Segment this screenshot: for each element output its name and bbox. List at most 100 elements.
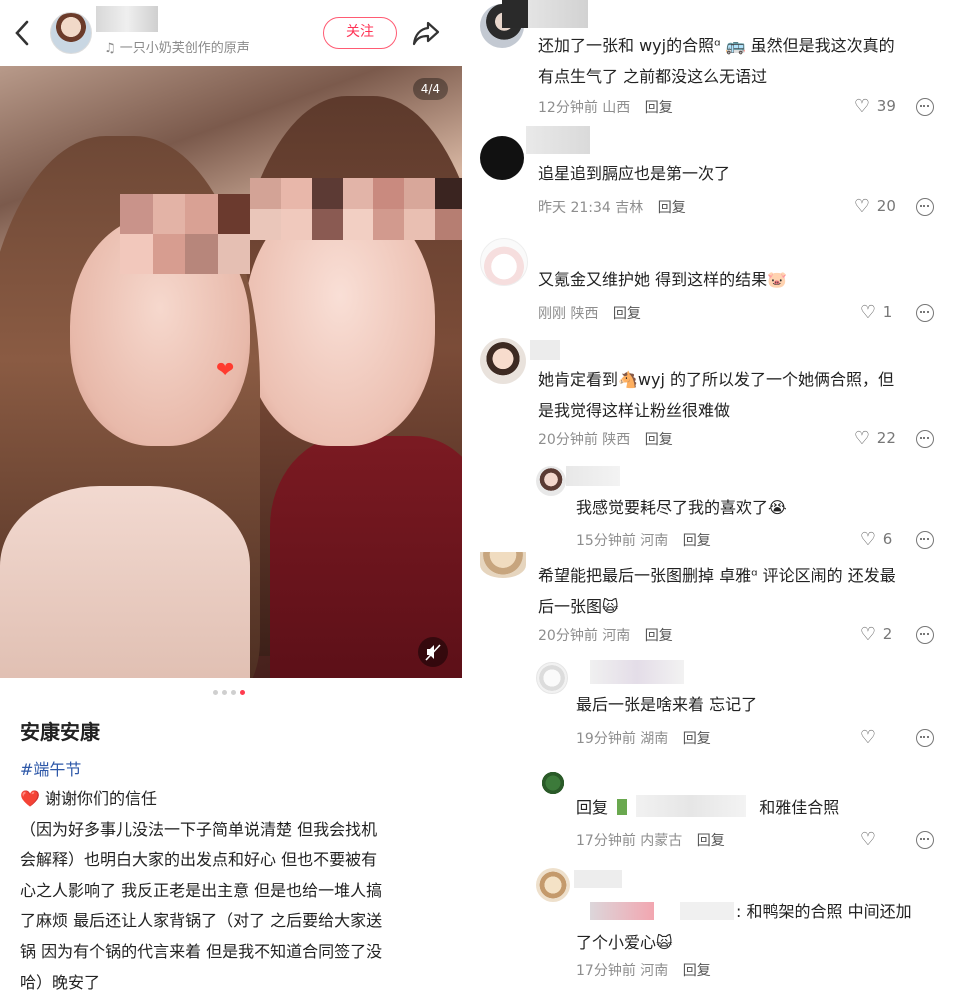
- like-button[interactable]: ♡ 2: [858, 624, 892, 645]
- comment-icon[interactable]: [916, 831, 934, 849]
- comment-icon[interactable]: [916, 626, 934, 644]
- comment-time: 昨天 21:34: [538, 200, 611, 216]
- commenter-avatar[interactable]: [480, 338, 526, 384]
- post-photo[interactable]: ❤ 4/4: [0, 66, 462, 678]
- commenter-name-blurred[interactable]: [530, 340, 560, 360]
- comment-meta: 20分钟前 陕西 回复: [538, 429, 673, 449]
- carousel-dot[interactable]: [213, 690, 218, 695]
- author-name-blurred[interactable]: [96, 6, 158, 32]
- carousel-dot[interactable]: [231, 690, 236, 695]
- comment-time: 19分钟前: [576, 731, 636, 747]
- post-title: 安康安康: [20, 720, 100, 744]
- face-mosaic: [120, 194, 250, 274]
- commenter-name-blurred[interactable]: [528, 0, 588, 28]
- music-source[interactable]: ♫ 一只小奶芙创作的原声: [104, 37, 250, 56]
- commenter-name-blurred[interactable]: [574, 870, 622, 888]
- back-arrow-icon[interactable]: [12, 18, 40, 48]
- like-count: 6: [882, 530, 893, 548]
- comment-meta: 19分钟前 湖南 回复: [576, 728, 711, 748]
- comment-time: 17分钟前: [576, 963, 636, 979]
- comment-text: 又氪金又维护她 得到这样的结果🐷: [538, 264, 787, 295]
- post-body-line: ❤️ 谢谢你们的信任: [20, 789, 158, 808]
- comment-item: 追星追到膈应也是第一次了 昨天 21:34 吉林 回复 ♡ 20: [470, 126, 960, 230]
- comment-text-line: 后一张图🙀: [538, 597, 619, 616]
- like-button[interactable]: ♡ 39: [852, 96, 896, 117]
- comment-icon[interactable]: [916, 198, 934, 216]
- post-hashtag[interactable]: #端午节: [20, 756, 81, 780]
- heart-outline-icon: ♡: [859, 624, 877, 645]
- like-button[interactable]: ♡ 20: [852, 196, 896, 217]
- commenter-avatar[interactable]: [536, 662, 568, 694]
- commenter-avatar[interactable]: [480, 238, 528, 286]
- comment-time: 15分钟前: [576, 533, 636, 549]
- like-count: 20: [876, 197, 896, 215]
- comment-text-line: 她肯定看到🐴wyj 的了所以发了一个她俩合照，但: [538, 370, 895, 389]
- reply-button[interactable]: 回复: [645, 628, 673, 644]
- sub-comment-item: 回复 和雅佳合照 17分钟前 内蒙古 回复 ♡: [470, 756, 960, 860]
- commenter-avatar[interactable]: [480, 136, 524, 180]
- comment-text: 还加了一张和 wyj的合照ᵅ 🚌 虽然但是我这次真的 有点生气了 之前都没这么无…: [538, 30, 895, 92]
- commenter-name-blurred[interactable]: [590, 660, 684, 684]
- reply-button[interactable]: 回复: [697, 833, 725, 849]
- comment-meta: 15分钟前 河南 回复: [576, 530, 711, 550]
- author-avatar[interactable]: [50, 12, 92, 54]
- reply-button[interactable]: 回复: [683, 533, 711, 549]
- like-button[interactable]: ♡: [858, 727, 878, 748]
- commenter-name-blurred[interactable]: [566, 466, 620, 486]
- carousel-dot-active[interactable]: [240, 690, 245, 695]
- reply-button[interactable]: 回复: [645, 432, 673, 448]
- commenter-name-blurred[interactable]: [502, 0, 528, 28]
- photo-region: [0, 486, 250, 678]
- comment-region: 河南: [640, 963, 669, 979]
- carousel-dots: [213, 690, 245, 695]
- heart-sticker-icon: ❤: [216, 358, 235, 383]
- comment-text-line: 还加了一张和 wyj的合照ᵅ 🚌 虽然但是我这次真的: [538, 36, 895, 55]
- comment-region: 河南: [640, 533, 669, 549]
- mute-icon[interactable]: [418, 637, 448, 667]
- carousel-dot[interactable]: [222, 690, 227, 695]
- comment-text: 最后一张是啥来着 忘记了: [576, 689, 757, 720]
- like-button[interactable]: ♡ 6: [858, 529, 892, 550]
- reply-button[interactable]: 回复: [683, 731, 711, 747]
- comment-region: 吉林: [615, 200, 644, 216]
- sub-comment-item: : 和鸭架的合照 中间还加 了个小爱心🙀 17分钟前 河南 回复: [470, 860, 960, 994]
- reply-prefix: 回复: [576, 798, 609, 817]
- comment-region: 湖南: [640, 731, 669, 747]
- comment-meta: 20分钟前 河南 回复: [538, 625, 673, 645]
- commenter-avatar[interactable]: [480, 552, 526, 578]
- comment-text-line: 有点生气了 之前都没这么无语过: [538, 67, 768, 86]
- commenter-avatar[interactable]: [540, 770, 566, 796]
- like-count: 39: [876, 97, 896, 115]
- comment-meta: 昨天 21:34 吉林 回复: [538, 197, 686, 217]
- comment-text-line: 追星追到膈应也是第一次了: [538, 164, 731, 183]
- comment-text: 回复 和雅佳合照: [576, 792, 839, 823]
- comment-icon[interactable]: [916, 98, 934, 116]
- post-body-line: 了麻烦 最后还让人家背锅了（对了 之后要给大家送: [20, 911, 383, 931]
- commenter-avatar[interactable]: [536, 868, 570, 902]
- commenter-avatar[interactable]: [536, 466, 566, 496]
- share-icon[interactable]: [410, 18, 442, 48]
- commenter-name-blurred[interactable]: [526, 126, 590, 154]
- comment-icon[interactable]: [916, 729, 934, 747]
- heart-outline-icon: ♡: [853, 196, 871, 217]
- like-button[interactable]: ♡ 1: [858, 302, 892, 323]
- comment-region: 陕西: [602, 432, 631, 448]
- reply-button[interactable]: 回复: [658, 200, 686, 216]
- comment-icon[interactable]: [916, 531, 934, 549]
- like-button[interactable]: ♡ 22: [852, 428, 896, 449]
- like-button[interactable]: ♡: [858, 829, 878, 850]
- post-body-line: 锅 因为有个锅的代言来着 但是我不知道合同签了没: [20, 941, 383, 961]
- comment-text: 她肯定看到🐴wyj 的了所以发了一个她俩合照，但 是我觉得这样让粉丝很难做: [538, 364, 894, 426]
- comment-text-line: 希望能把最后一张图删掉 卓雅ᵅ 评论区闹的 还发最: [538, 566, 896, 585]
- comment-icon[interactable]: [916, 430, 934, 448]
- reply-button[interactable]: 回复: [645, 100, 673, 116]
- mentioned-name-blurred[interactable]: [636, 795, 747, 817]
- mentioned-avatar[interactable]: [617, 799, 628, 815]
- reply-button[interactable]: 回复: [613, 306, 641, 322]
- comment-time: 12分钟前: [538, 100, 598, 116]
- comment-icon[interactable]: [916, 304, 934, 322]
- post-body: ❤️ 谢谢你们的信任 （因为好多事儿没法一下子简单说清楚 但我会找机 会解释）也…: [20, 784, 452, 994]
- comment-text-line: 我感觉要耗尽了我的喜欢了😭: [576, 498, 787, 517]
- reply-button[interactable]: 回复: [683, 963, 711, 979]
- follow-button[interactable]: 关注: [323, 17, 397, 49]
